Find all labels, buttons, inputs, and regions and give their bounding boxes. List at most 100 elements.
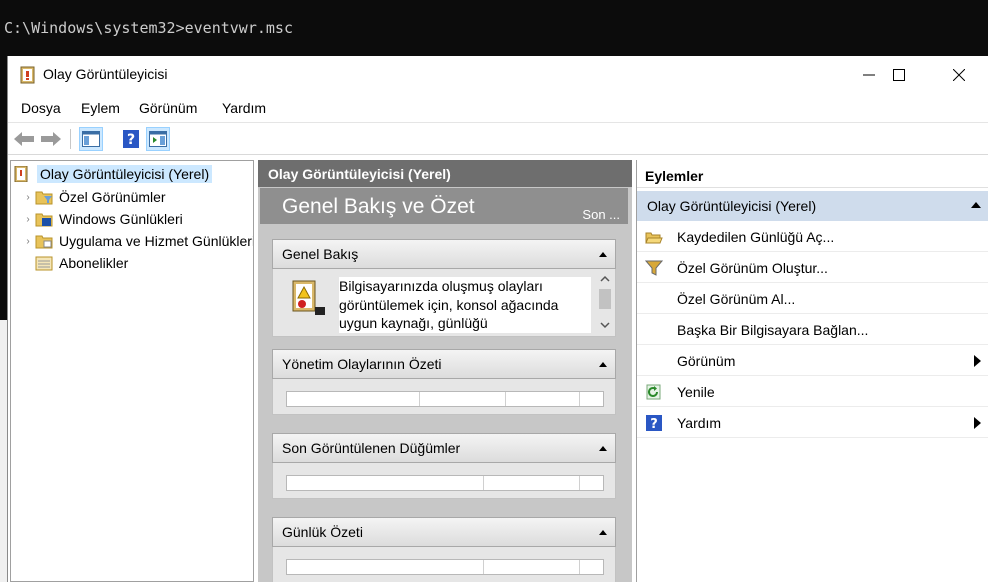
- help-button[interactable]: ?: [119, 127, 143, 151]
- svg-text:?: ?: [127, 132, 135, 148]
- section-log-summary-header[interactable]: Günlük Özeti: [272, 517, 616, 547]
- tree-item-label: Windows Günlükleri: [59, 211, 183, 227]
- section-overview-header[interactable]: Genel Bakış: [272, 239, 616, 269]
- toolbar-separator: [70, 129, 71, 149]
- folder-icon: [35, 235, 53, 249]
- overview-more-link[interactable]: Son ...: [582, 207, 620, 222]
- maximize-icon: [893, 69, 905, 81]
- action-label: Yenile: [677, 384, 715, 400]
- actions-group-header[interactable]: Olay Görüntüleyicisi (Yerel): [637, 191, 988, 221]
- action-import-custom-view[interactable]: Özel Görünüm Al...: [637, 284, 988, 314]
- show-hide-action-pane-button[interactable]: [146, 127, 170, 151]
- section-title: Günlük Özeti: [282, 524, 363, 540]
- action-label: Görünüm: [677, 353, 736, 369]
- collapse-caret-icon[interactable]: [599, 530, 607, 535]
- subscriptions-icon: [35, 256, 53, 271]
- windows-logs-folder-icon: [35, 213, 53, 227]
- expand-chevron-icon[interactable]: ›: [21, 236, 35, 247]
- menu-action[interactable]: Eylem: [81, 100, 120, 116]
- forward-arrow-icon: [41, 132, 61, 146]
- recent-nodes-table[interactable]: [286, 475, 604, 491]
- action-help[interactable]: ? Yardım: [637, 408, 988, 438]
- action-label: Başka Bir Bilgisayara Bağlan...: [677, 322, 869, 338]
- tree-item-subscriptions[interactable]: Abonelikler: [35, 253, 128, 273]
- console-tree: Olay Görüntüleyicisi (Yerel) › Özel Görü…: [10, 160, 254, 582]
- menu-file[interactable]: Dosya: [21, 100, 61, 116]
- overview-summary-banner: Genel Bakış ve Özet Son ...: [260, 188, 628, 224]
- center-pane-header: Olay Görüntüleyicisi (Yerel): [258, 160, 632, 187]
- overview-scrollbar[interactable]: [597, 273, 613, 333]
- log-summary-table[interactable]: [286, 559, 604, 575]
- action-refresh[interactable]: Yenile: [637, 377, 988, 407]
- action-label: Özel Görünüm Al...: [677, 291, 796, 307]
- event-log-icon: [292, 280, 325, 315]
- window-title: Olay Görüntüleyicisi: [43, 66, 168, 82]
- section-admin-events-header[interactable]: Yönetim Olaylarının Özeti: [272, 349, 616, 379]
- action-connect-another-computer[interactable]: Başka Bir Bilgisayara Bağlan...: [637, 315, 988, 345]
- forward-button[interactable]: [39, 127, 63, 151]
- tree-item-app-service-logs[interactable]: › Uygulama ve Hizmet Günlükleri: [21, 231, 254, 251]
- toolbar: ?: [8, 122, 988, 155]
- tree-root-label: Olay Görüntüleyicisi (Yerel): [37, 165, 213, 183]
- filter-icon: [645, 260, 663, 276]
- tree-item-windows-logs[interactable]: › Windows Günlükleri: [21, 209, 183, 229]
- refresh-icon: [646, 384, 661, 400]
- section-recent-nodes-header[interactable]: Son Görüntülenen Düğümler: [272, 433, 616, 463]
- close-icon: [953, 69, 965, 81]
- back-arrow-icon: [14, 132, 34, 146]
- collapse-caret-icon[interactable]: [599, 446, 607, 451]
- tree-item-label: Uygulama ve Hizmet Günlükleri: [59, 233, 254, 249]
- expand-chevron-icon[interactable]: ›: [21, 192, 35, 203]
- tree-root-item[interactable]: Olay Görüntüleyicisi (Yerel): [13, 164, 213, 184]
- section-title: Yönetim Olaylarının Özeti: [282, 356, 442, 372]
- center-pane: Olay Görüntüleyicisi (Yerel) Genel Bakış…: [258, 160, 632, 582]
- section-title: Genel Bakış: [282, 246, 359, 262]
- submenu-arrow-icon: [974, 417, 981, 429]
- tree-item-label: Abonelikler: [59, 255, 129, 271]
- overview-description: Bilgisayarınızda oluşmuş olayları görünt…: [339, 277, 591, 333]
- svg-text:?: ?: [650, 417, 658, 431]
- action-pane-icon: [149, 131, 167, 147]
- section-recent-nodes-body: [272, 463, 616, 499]
- tree-item-custom-views[interactable]: › Özel Görünümler: [21, 187, 166, 207]
- event-viewer-icon: [14, 166, 28, 182]
- console-command-line: C:\Windows\system32>eventvwr.msc: [4, 19, 293, 37]
- action-label: Yardım: [677, 415, 722, 431]
- section-overview-body: Bilgisayarınızda oluşmuş olayları görünt…: [272, 269, 616, 337]
- menu-help[interactable]: Yardım: [222, 100, 266, 116]
- collapse-caret-icon[interactable]: [599, 362, 607, 367]
- action-open-saved-log[interactable]: Kaydedilen Günlüğü Aç...: [637, 222, 988, 252]
- section-log-summary-body: [272, 547, 616, 582]
- admin-events-table[interactable]: [286, 391, 604, 407]
- menu-view[interactable]: Görünüm: [139, 100, 197, 116]
- section-log-summary: Günlük Özeti: [272, 517, 616, 582]
- event-viewer-window: Olay Görüntüleyicisi Dosya Eylem Görünüm…: [7, 56, 988, 582]
- menu-bar: Dosya Eylem Görünüm Yardım: [8, 94, 988, 122]
- action-create-custom-view[interactable]: Özel Görünüm Oluştur...: [637, 253, 988, 283]
- collapse-caret-icon[interactable]: [599, 252, 607, 257]
- collapse-caret-icon[interactable]: [971, 202, 981, 208]
- title-bar[interactable]: Olay Görüntüleyicisi: [8, 56, 988, 94]
- help-icon: ?: [646, 415, 662, 431]
- event-viewer-icon: [20, 66, 35, 84]
- show-hide-console-tree-button[interactable]: [79, 127, 103, 151]
- maximize-button[interactable]: [870, 56, 928, 94]
- back-button[interactable]: [12, 127, 36, 151]
- action-label: Kaydedilen Günlüğü Aç...: [677, 229, 835, 245]
- expand-chevron-icon[interactable]: ›: [21, 214, 35, 225]
- open-folder-icon: [645, 232, 663, 244]
- console-tree-icon: [82, 131, 100, 147]
- filter-folder-icon: [35, 191, 53, 205]
- section-title: Son Görüntülenen Düğümler: [282, 440, 461, 456]
- tree-item-label: Özel Görünümler: [59, 189, 166, 205]
- help-icon: ?: [123, 130, 139, 148]
- section-recent-nodes: Son Görüntülenen Düğümler: [272, 433, 616, 499]
- actions-pane: Eylemler Olay Görüntüleyicisi (Yerel) Ka…: [636, 160, 988, 582]
- action-label: Özel Görünüm Oluştur...: [677, 260, 828, 276]
- actions-group-label: Olay Görüntüleyicisi (Yerel): [647, 198, 817, 214]
- overview-summary-title: Genel Bakış ve Özet: [282, 195, 475, 218]
- action-view[interactable]: Görünüm: [637, 346, 988, 376]
- actions-header: Eylemler: [637, 160, 988, 188]
- submenu-arrow-icon: [974, 355, 981, 367]
- close-button[interactable]: [930, 56, 988, 94]
